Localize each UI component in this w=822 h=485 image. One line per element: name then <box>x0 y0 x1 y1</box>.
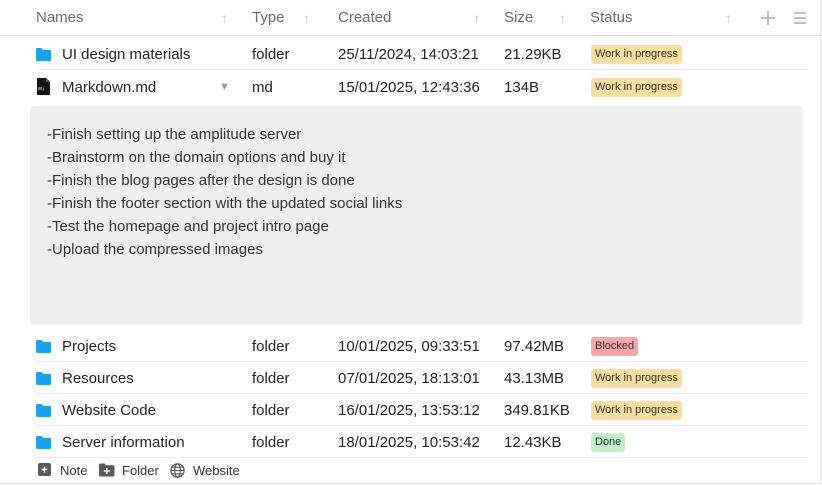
add-folder-button[interactable]: Folder <box>99 458 159 484</box>
expand-caret-icon[interactable]: ▼ <box>219 71 230 103</box>
status-badge[interactable]: Work in progress <box>591 401 682 420</box>
row-created: 18/01/2025, 10:53:42 <box>338 434 480 451</box>
sort-created-icon[interactable]: ↑ <box>473 0 480 36</box>
row-name[interactable]: Markdown.md <box>62 71 156 103</box>
svg-text:M↓: M↓ <box>38 87 45 92</box>
column-header-status[interactable]: Status <box>590 0 633 36</box>
table-row[interactable]: Server information folder 18/01/2025, 10… <box>36 426 808 458</box>
row-created: 10/01/2025, 09:33:51 <box>338 338 480 355</box>
row-size: 134B <box>504 79 540 96</box>
folder-icon <box>36 48 51 61</box>
status-badge[interactable]: Work in progress <box>591 45 682 64</box>
add-folder-label: Folder <box>122 463 159 478</box>
status-badge[interactable]: Done <box>591 433 626 452</box>
column-header-names[interactable]: Names <box>36 0 84 36</box>
row-name[interactable]: Resources <box>62 362 134 394</box>
add-website-button[interactable]: Website <box>170 458 240 484</box>
row-created: 07/01/2025, 18:13:01 <box>338 370 480 387</box>
row-name[interactable]: UI design materials <box>62 38 190 70</box>
add-folder-icon <box>99 463 115 478</box>
row-created: 15/01/2025, 12:43:36 <box>338 79 480 96</box>
folder-icon <box>36 436 51 449</box>
row-size: 97.42MB <box>504 338 565 355</box>
column-header-size[interactable]: Size <box>504 0 533 36</box>
row-name[interactable]: Website Code <box>62 394 156 426</box>
preview-line: -Upload the compressed images <box>47 241 263 258</box>
preview-line: -Finish the footer section with the upda… <box>47 195 403 212</box>
folder-icon <box>36 404 51 417</box>
row-size: 21.29KB <box>504 46 562 63</box>
footer-toolbar: Note Folder Website <box>0 458 822 484</box>
table-row[interactable]: Resources folder 07/01/2025, 18:13:01 43… <box>36 362 808 394</box>
row-type: md <box>252 79 273 96</box>
preview-line: -Finish the blog pages after the design … <box>47 172 355 189</box>
add-note-button[interactable]: Note <box>38 458 90 484</box>
row-size: 349.81KB <box>504 402 570 419</box>
plus-icon[interactable] <box>759 9 777 27</box>
row-created: 25/11/2024, 14:03:21 <box>338 46 479 63</box>
column-header-type[interactable]: Type <box>252 0 285 36</box>
preview-line: -Test the homepage and project intro pag… <box>47 218 329 235</box>
folder-icon <box>36 372 51 385</box>
globe-icon <box>170 463 185 478</box>
row-created: 16/01/2025, 13:53:12 <box>338 402 480 419</box>
row-name[interactable]: Server information <box>62 426 185 458</box>
file-table: Names ↑ Type ↑ Created ↑ Size ↑ Status ↑… <box>0 0 822 484</box>
row-size: 12.43KB <box>504 434 562 451</box>
status-badge[interactable]: Work in progress <box>591 369 682 388</box>
table-row[interactable]: Website Code folder 16/01/2025, 13:53:12… <box>36 394 808 426</box>
sort-size-icon[interactable]: ↑ <box>559 0 566 36</box>
row-type: folder <box>252 402 290 419</box>
sort-status-icon[interactable]: ↑ <box>725 0 732 36</box>
preview-line: -Brainstorm on the domain options and bu… <box>47 149 346 166</box>
folder-icon <box>36 340 51 353</box>
sort-names-icon[interactable]: ↑ <box>221 0 228 36</box>
row-size: 43.13MB <box>504 370 565 387</box>
add-note-label: Note <box>60 463 88 478</box>
status-badge[interactable]: Blocked <box>591 337 639 356</box>
row-name[interactable]: Projects <box>62 330 116 362</box>
table-row[interactable]: UI design materials folder 25/11/2024, 1… <box>36 38 808 70</box>
column-header-created[interactable]: Created <box>338 0 391 36</box>
table-row-expanded[interactable]: M↓ Markdown.md ▼ md 15/01/2025, 12:43:36… <box>36 71 808 103</box>
row-type: folder <box>252 46 290 63</box>
markdown-file-icon: M↓ <box>37 78 50 95</box>
row-type: folder <box>252 370 290 387</box>
preview-line: -Finish setting up the amplitude server <box>47 126 302 143</box>
table-row[interactable]: Projects folder 10/01/2025, 09:33:51 97.… <box>36 330 808 362</box>
add-note-icon <box>38 463 53 478</box>
markdown-preview-panel[interactable]: -Finish setting up the amplitude server … <box>30 106 803 325</box>
row-type: folder <box>252 434 290 451</box>
sort-type-icon[interactable]: ↑ <box>303 0 310 36</box>
add-website-label: Website <box>193 463 240 478</box>
hamburger-menu-icon[interactable] <box>791 9 809 27</box>
status-badge[interactable]: Work in progress <box>591 78 682 97</box>
table-header: Names ↑ Type ↑ Created ↑ Size ↑ Status ↑ <box>0 0 822 36</box>
row-type: folder <box>252 338 290 355</box>
